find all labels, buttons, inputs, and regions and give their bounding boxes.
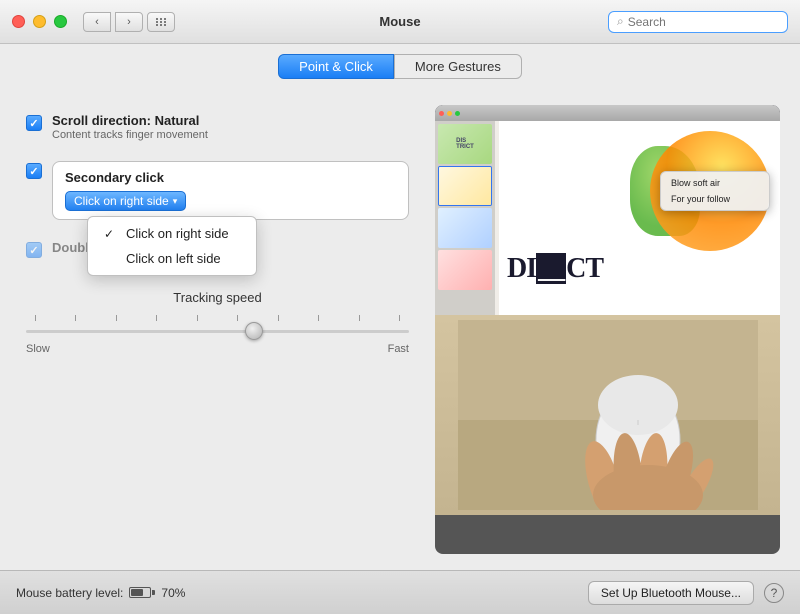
scroll-direction-label: Scroll direction: Natural xyxy=(52,113,208,128)
search-icon: ⌕ xyxy=(617,14,624,29)
scroll-direction-row: ✓ Scroll direction: Natural Content trac… xyxy=(20,105,415,149)
back-button[interactable]: ‹ xyxy=(83,12,111,32)
secondary-click-menu: ✓ Click on right side Click on left side xyxy=(87,216,257,276)
secondary-check-icon: ✓ xyxy=(29,165,38,178)
dropdown-item-left-label: Click on left side xyxy=(126,251,221,266)
context-item-1[interactable]: Blow soft air xyxy=(661,175,769,191)
context-menu: Blow soft air For your follow xyxy=(660,171,770,211)
battery-body xyxy=(129,587,151,598)
search-input[interactable] xyxy=(628,15,779,29)
grid-icon xyxy=(156,18,167,26)
battery-icon xyxy=(129,587,155,598)
slide-thumb-4 xyxy=(438,250,492,290)
scroll-direction-checkbox[interactable]: ✓ xyxy=(26,115,42,131)
right-panel: DISTRICT xyxy=(435,105,780,554)
double-tap-check-icon: ✓ xyxy=(29,244,38,257)
screen-min-dot xyxy=(447,111,452,116)
slide-thumb-content-4 xyxy=(438,250,492,290)
slide-main-text: DI__CT xyxy=(507,253,603,285)
slide-thumb-1: DISTRICT xyxy=(438,124,492,164)
help-button[interactable]: ? xyxy=(764,583,784,603)
dropdown-item-left[interactable]: Click on left side xyxy=(88,246,256,271)
double-tap-checkbox[interactable]: ✓ xyxy=(26,242,42,258)
bluetooth-button[interactable]: Set Up Bluetooth Mouse... xyxy=(588,581,754,605)
preview-screen: DISTRICT xyxy=(435,105,780,315)
screen-header xyxy=(435,105,780,121)
screen-close-dot xyxy=(439,111,444,116)
dropdown-item-right[interactable]: ✓ Click on right side xyxy=(88,221,256,246)
scroll-direction-description: Content tracks finger movement xyxy=(52,129,208,141)
main-content: ✓ Scroll direction: Natural Content trac… xyxy=(0,89,800,570)
slider-track xyxy=(26,321,409,341)
titlebar: ‹ › Mouse ⌕ xyxy=(0,0,800,44)
battery-fill xyxy=(131,589,143,596)
close-button[interactable] xyxy=(12,15,25,28)
slow-label: Slow xyxy=(26,343,50,355)
traffic-lights xyxy=(12,15,67,28)
grid-button[interactable] xyxy=(147,12,175,32)
hand-mouse-illustration xyxy=(458,320,758,510)
tracking-speed-title: Tracking speed xyxy=(26,290,409,305)
search-box[interactable]: ⌕ xyxy=(608,11,788,33)
maximize-button[interactable] xyxy=(54,15,67,28)
secondary-click-title: Secondary click xyxy=(65,170,396,185)
hand-mouse-area xyxy=(435,315,780,515)
dropdown-selected-label: Click on right side xyxy=(74,194,169,208)
battery-section: Mouse battery level: 70% xyxy=(16,586,185,600)
tracking-speed-slider[interactable] xyxy=(26,330,409,333)
screen-max-dot xyxy=(455,111,460,116)
battery-tip xyxy=(152,590,155,595)
scroll-checkbox-indicator: ✓ xyxy=(26,115,42,131)
double-tap-checkbox-indicator: ✓ xyxy=(26,242,42,258)
slide-thumb-content-2 xyxy=(439,167,491,205)
bottom-bar: Mouse battery level: 70% Set Up Bluetoot… xyxy=(0,570,800,614)
secondary-checkbox-indicator: ✓ xyxy=(26,163,42,179)
slides-sidebar: DISTRICT xyxy=(435,121,495,315)
minimize-button[interactable] xyxy=(33,15,46,28)
context-item-2[interactable]: For your follow xyxy=(661,191,769,207)
presentation-content: DISTRICT xyxy=(435,121,780,315)
tabbar: Point & Click More Gestures xyxy=(0,44,800,89)
slider-container: Slow Fast xyxy=(26,315,409,355)
dropdown-item-right-label: Click on right side xyxy=(126,226,229,241)
tracking-section: Tracking speed Sl xyxy=(20,282,415,363)
fast-label: Fast xyxy=(388,343,409,355)
tab-more-gestures[interactable]: More Gestures xyxy=(394,54,522,79)
battery-percent: 70% xyxy=(161,586,185,600)
secondary-click-section: ✓ Secondary click Click on right side ▾ … xyxy=(20,155,415,226)
forward-button[interactable]: › xyxy=(115,12,143,32)
tab-point-click[interactable]: Point & Click xyxy=(278,54,394,79)
left-check-icon xyxy=(104,252,118,266)
secondary-click-dropdown[interactable]: Click on right side ▾ xyxy=(65,191,186,211)
right-check-icon: ✓ xyxy=(104,227,118,241)
dropdown-arrow-icon: ▾ xyxy=(173,196,178,207)
slide-thumb-content-1: DISTRICT xyxy=(438,124,492,164)
nav-buttons: ‹ › xyxy=(83,12,143,32)
secondary-click-checkbox[interactable]: ✓ xyxy=(26,163,42,179)
check-icon: ✓ xyxy=(29,117,38,130)
left-panel: ✓ Scroll direction: Natural Content trac… xyxy=(20,105,415,554)
battery-label: Mouse battery level: xyxy=(16,586,123,600)
slider-labels: Slow Fast xyxy=(26,343,409,355)
secondary-click-card: Secondary click Click on right side ▾ ✓ … xyxy=(52,161,409,220)
slide-thumb-2 xyxy=(438,166,492,206)
slide-thumb-3 xyxy=(438,208,492,248)
preview-area: DISTRICT xyxy=(435,105,780,554)
main-slide: DI__CT Blow soft air For your follow xyxy=(499,121,780,315)
window-title: Mouse xyxy=(379,14,420,29)
slide-thumb-content-3 xyxy=(438,208,492,248)
bottom-right: Set Up Bluetooth Mouse... ? xyxy=(588,581,784,605)
scroll-direction-text: Scroll direction: Natural Content tracks… xyxy=(52,113,208,141)
